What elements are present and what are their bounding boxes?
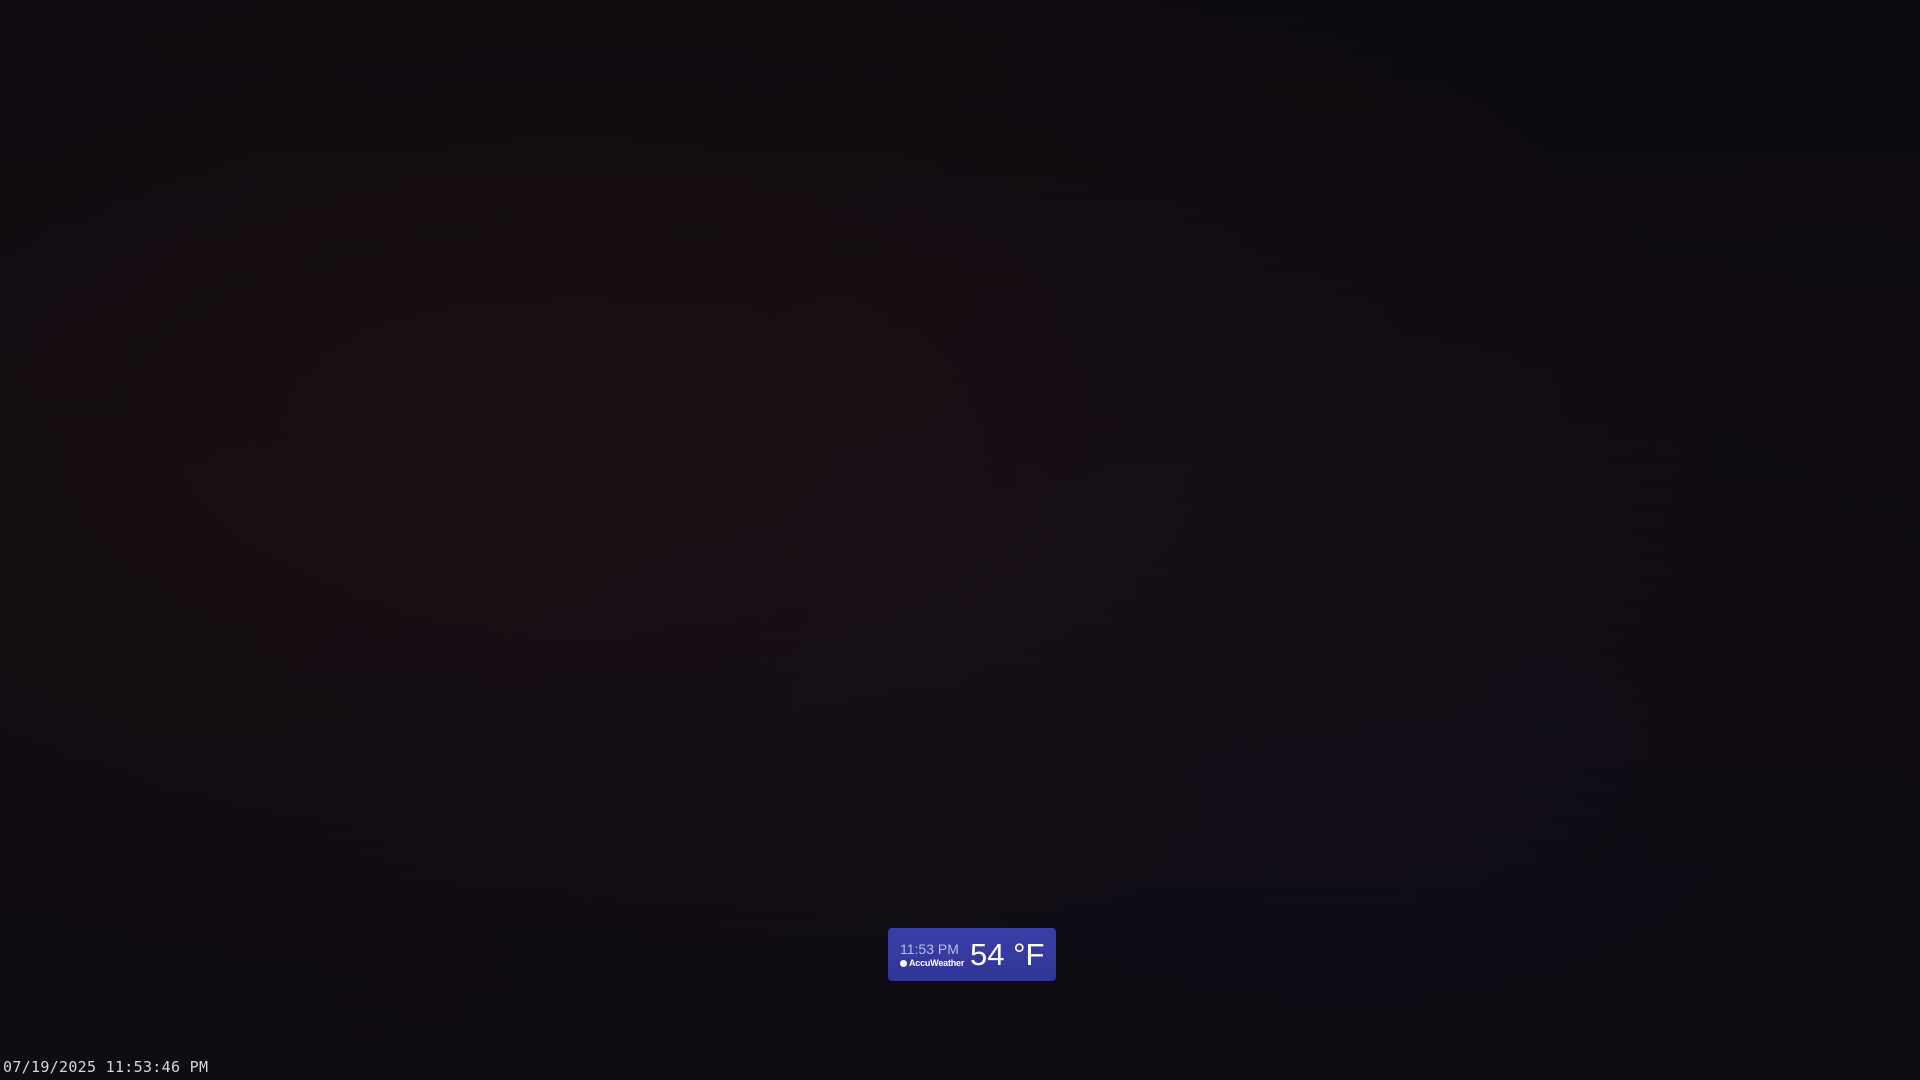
weather-temperature: 54 °F — [970, 936, 1045, 972]
camera-noise — [0, 0, 1920, 1080]
weather-widget-info: 11:53 PM AccuWeather — [900, 941, 964, 969]
accuweather-sun-icon — [900, 959, 907, 967]
weather-time: 11:53 PM — [900, 940, 959, 957]
weather-brand: AccuWeather — [900, 958, 964, 969]
weather-brand-name: AccuWeather — [909, 957, 965, 968]
weather-widget: 11:53 PM AccuWeather 54 °F — [888, 928, 1056, 981]
camera-timestamp: 07/19/2025 11:53:46 PM — [3, 1058, 209, 1076]
